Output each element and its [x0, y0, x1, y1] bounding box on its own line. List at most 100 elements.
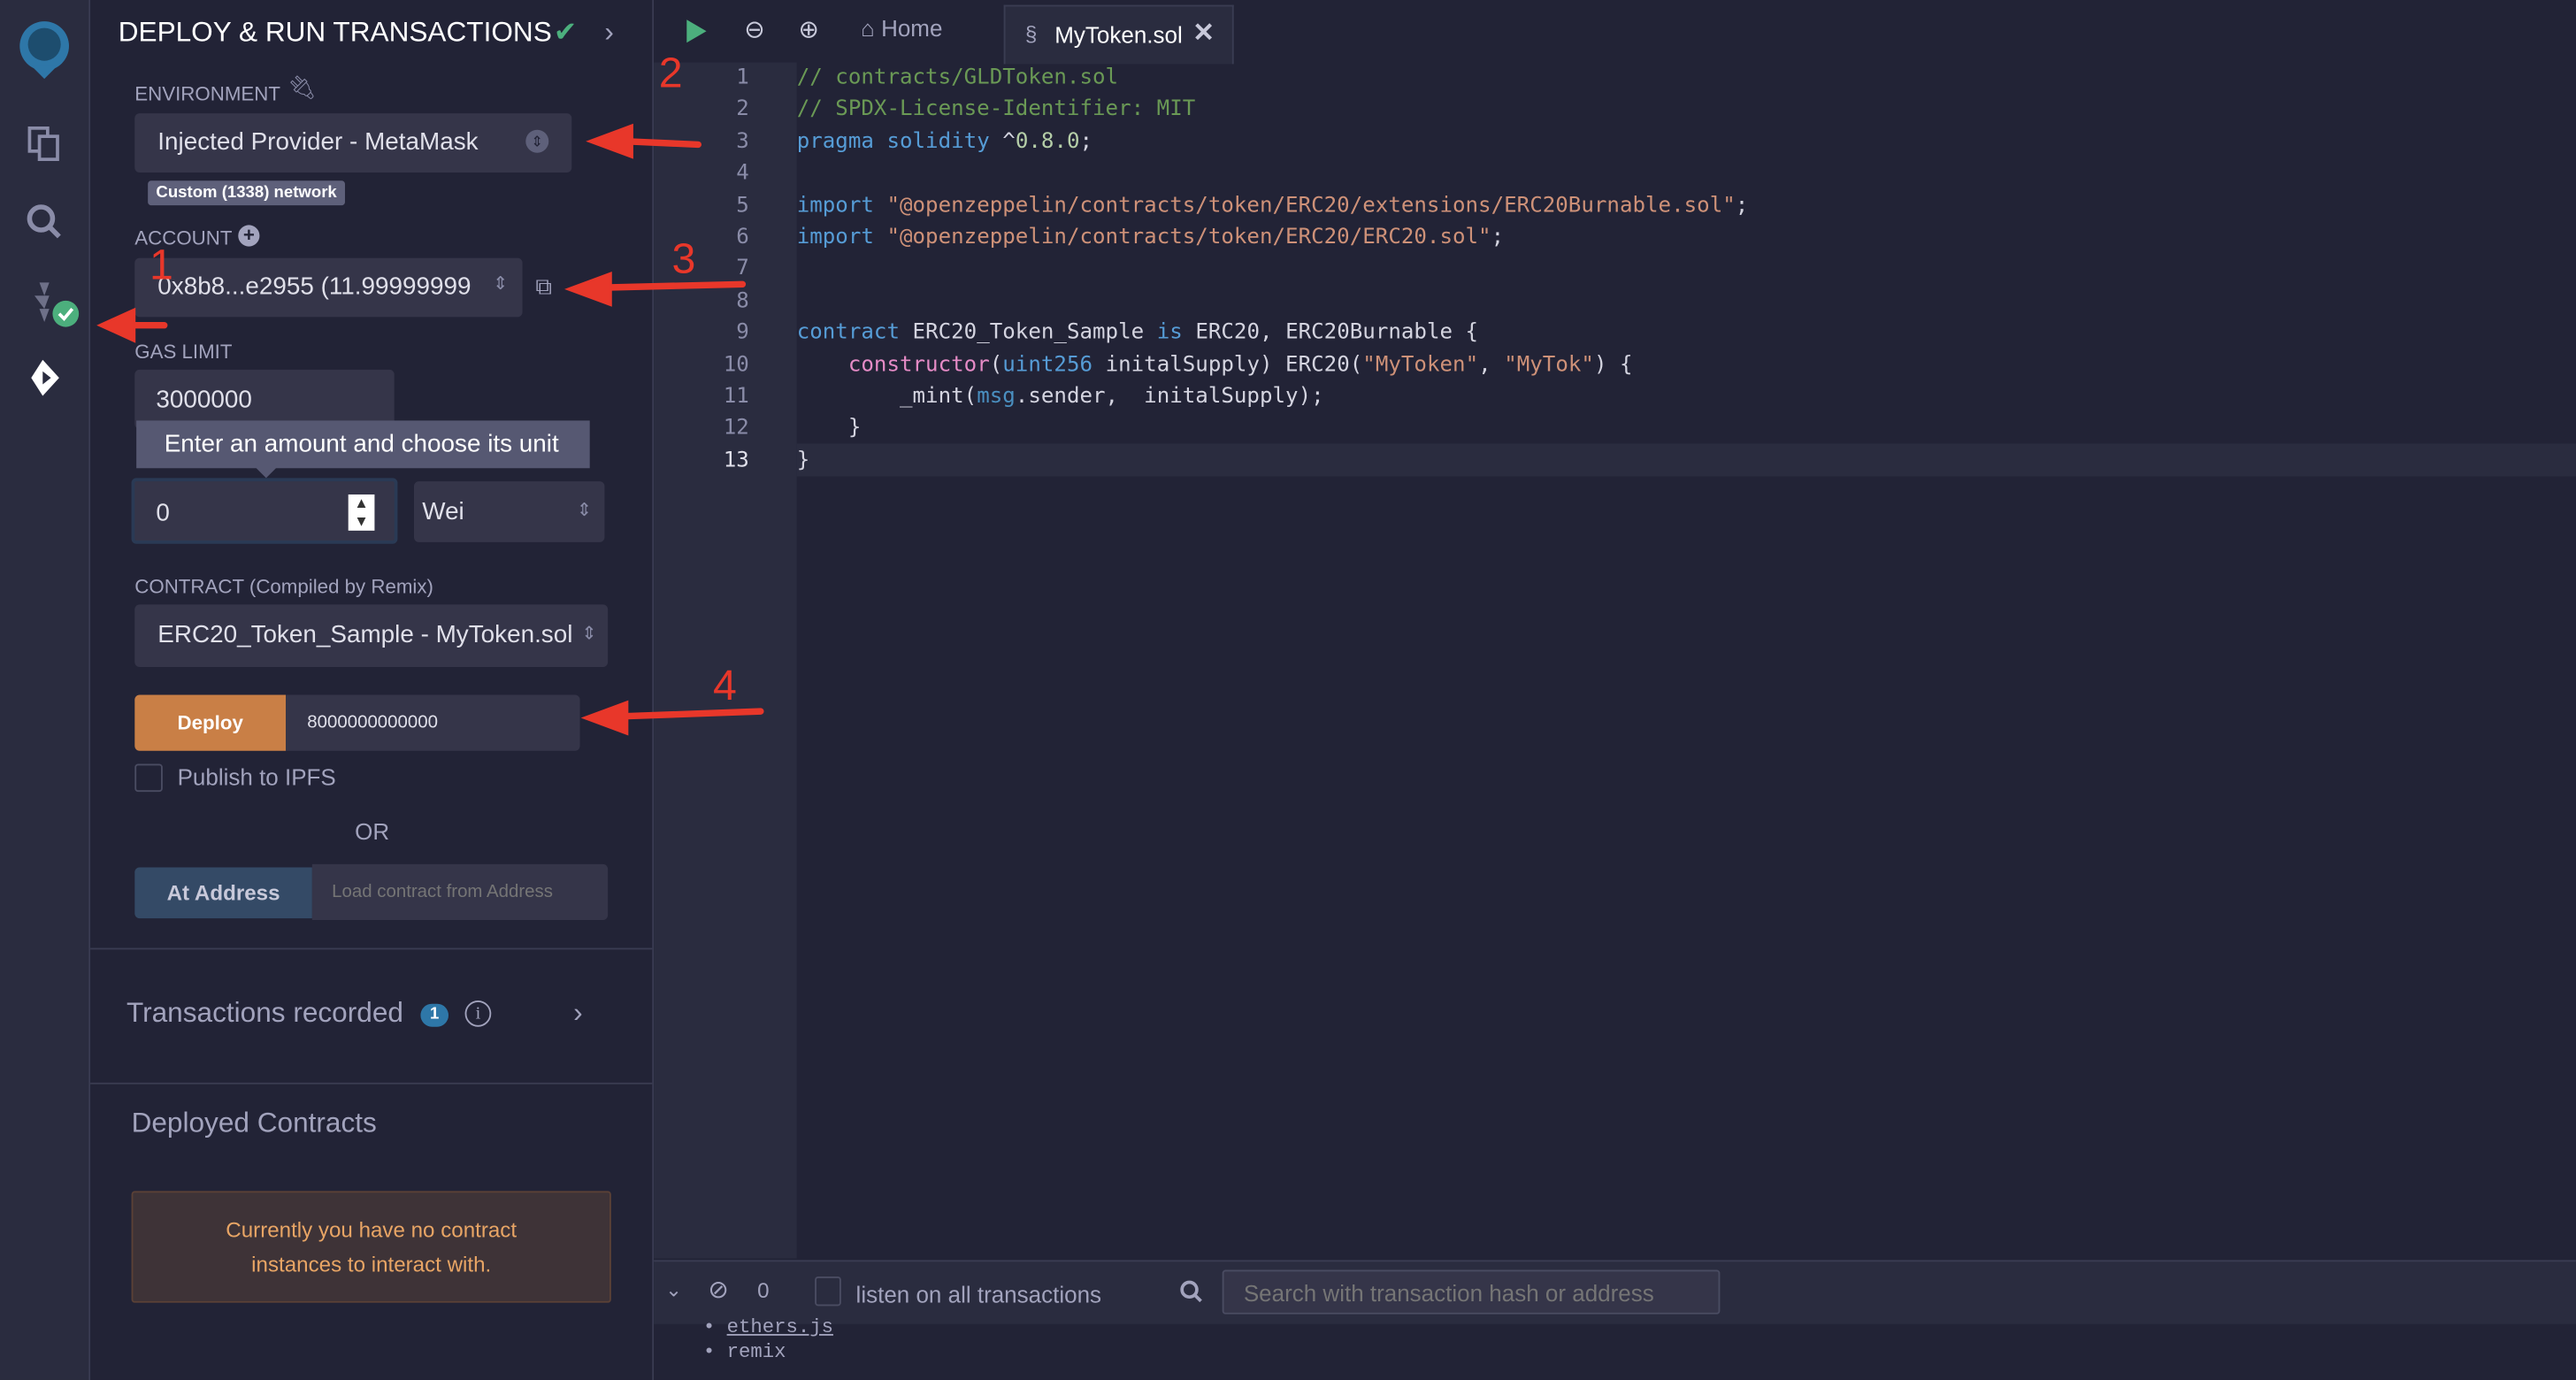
- line-number: 4: [736, 161, 749, 187]
- file-explorer-icon[interactable]: [27, 125, 63, 161]
- annotation-1: 1: [149, 240, 173, 289]
- code-token: msg: [977, 384, 1016, 410]
- transactions-recorded-label[interactable]: Transactions recorded: [126, 997, 403, 1030]
- at-address-button[interactable]: At Address: [134, 867, 312, 919]
- code-token: solidity: [886, 129, 990, 155]
- code-line: _mint(msg.sender, initalSupply);: [797, 385, 1324, 410]
- value-unit-select[interactable]: Wei ⇕: [413, 481, 605, 542]
- check-icon: ✔: [553, 16, 578, 48]
- gas-limit-value: 3000000: [156, 386, 252, 414]
- line-number: 7: [736, 257, 749, 282]
- solidity-file-icon: §: [1024, 21, 1038, 46]
- zoom-in-icon[interactable]: ⊕: [799, 15, 819, 45]
- code-token: ;: [1735, 193, 1749, 218]
- value-unit: Wei: [422, 497, 464, 526]
- tab-mytoken[interactable]: § MyToken.sol ✕: [1003, 4, 1234, 65]
- code-token: ,: [1478, 352, 1505, 378]
- code-token: // SPDX-License-Identifier: MIT: [796, 97, 1196, 123]
- code-token: ERC20_Token_Sample: [899, 320, 1157, 346]
- search-icon: [1180, 1280, 1202, 1303]
- code-token: }: [796, 416, 862, 441]
- code-token: .sender, initalSupply);: [1015, 384, 1324, 410]
- select-arrows-icon: ⇕: [581, 624, 597, 644]
- value-input[interactable]: 0 ▲ ▼: [131, 478, 398, 544]
- contract-value: ERC20_Token_Sample - MyToken.sol: [157, 620, 573, 649]
- line-number: 8: [736, 288, 749, 314]
- pending-count: 0: [757, 1277, 770, 1303]
- deploy-button[interactable]: Deploy: [134, 694, 287, 751]
- contract-select[interactable]: ERC20_Token_Sample - MyToken.sol ⇕: [134, 604, 609, 667]
- clear-icon[interactable]: ⊘: [708, 1275, 728, 1305]
- deployed-contracts-label: Deployed Contracts: [131, 1107, 377, 1138]
- or-label: OR: [355, 817, 390, 845]
- annotation-2: 2: [658, 47, 683, 97]
- select-arrows-icon: ⇕: [576, 501, 592, 521]
- value-tooltip: Enter an amount and choose its unit: [136, 420, 590, 469]
- code-token: constructor: [847, 352, 990, 378]
- terminal-bar: ⌄ ⊘ 0 listen on all transactions: [654, 1260, 2576, 1324]
- code-token: initalSupply) ERC20(: [1092, 352, 1363, 378]
- account-select[interactable]: 0x8b8...e2955 (11.99999999 ⇕: [134, 257, 523, 318]
- code-line: // SPDX-License-Identifier: MIT: [797, 97, 1196, 122]
- solidity-compiler-icon[interactable]: [27, 276, 82, 332]
- stepper-icon[interactable]: ▲ ▼: [348, 494, 375, 531]
- code-token: 0.8.0: [1015, 129, 1080, 155]
- info-icon[interactable]: i: [464, 1000, 492, 1027]
- code-line: }: [797, 417, 862, 441]
- chevron-right-icon[interactable]: ›: [604, 17, 614, 50]
- add-account-icon[interactable]: +: [238, 224, 260, 247]
- transaction-search-input[interactable]: [1222, 1269, 1721, 1315]
- line-number: 11: [723, 384, 749, 410]
- code-token: contract: [796, 320, 900, 346]
- publish-ipfs-checkbox[interactable]: [134, 763, 163, 793]
- run-icon[interactable]: [684, 17, 710, 46]
- code-line: // contracts/GLDToken.sol: [797, 65, 1118, 90]
- tab-home-label: Home: [881, 14, 943, 42]
- code-token: pragma: [796, 129, 874, 155]
- code-token: ) {: [1593, 352, 1633, 378]
- code-token: (: [989, 352, 1003, 378]
- ethers-link[interactable]: ethers.js: [727, 1316, 833, 1339]
- listen-checkbox[interactable]: [815, 1276, 841, 1307]
- select-arrows-icon: ⇕: [525, 129, 549, 153]
- search-icon[interactable]: [27, 203, 63, 240]
- line-number: 12: [723, 416, 749, 441]
- line-number: 10: [723, 352, 749, 378]
- terminal-list-item[interactable]: • ethers.js: [703, 1316, 833, 1341]
- code-token: }: [796, 448, 810, 473]
- code-token: "MyTok": [1504, 352, 1594, 378]
- environment-select[interactable]: Injected Provider - MetaMask ⇕: [134, 113, 572, 172]
- remix-logo-icon[interactable]: [8, 17, 80, 82]
- tab-home[interactable]: ⌂ Home: [861, 15, 942, 42]
- active-line-highlight: [796, 443, 2576, 477]
- plug-icon: 🔌︎: [287, 73, 318, 101]
- contract-label-text: CONTRACT: [134, 574, 244, 598]
- editor-tabs: ⊖ ⊕ ⌂ Home § MyToken.sol ✕: [654, 0, 2576, 65]
- code-token: // contracts/GLDToken.sol: [796, 65, 1119, 91]
- at-address-input[interactable]: [311, 863, 609, 920]
- code-line: pragma solidity ^0.8.0;: [797, 129, 1092, 154]
- icon-sidebar: [0, 0, 91, 1380]
- chevron-right-icon[interactable]: ›: [573, 997, 583, 1030]
- gas-limit-label: GAS LIMIT: [134, 340, 233, 364]
- copy-icon[interactable]: ⧉: [535, 272, 552, 301]
- listen-label: listen on all transactions: [855, 1281, 1102, 1308]
- deploy-panel: [90, 0, 655, 1380]
- line-number: 13: [723, 448, 749, 473]
- zoom-out-icon[interactable]: ⊖: [744, 15, 764, 45]
- collapse-terminal-icon[interactable]: ⌄: [665, 1278, 682, 1301]
- deploy-args-input[interactable]: 8000000000000: [286, 694, 580, 751]
- deploy-run-icon[interactable]: [27, 358, 66, 398]
- close-icon[interactable]: ✕: [1192, 17, 1215, 50]
- line-number: 5: [736, 193, 749, 218]
- code-token: uint256: [1002, 352, 1093, 378]
- line-number: 2: [736, 97, 749, 123]
- environment-label: ENVIRONMENT: [134, 81, 280, 105]
- home-icon: ⌂: [861, 14, 875, 42]
- code-token: ERC20, ERC20Burnable {: [1182, 320, 1479, 346]
- account-value: 0x8b8...e2955 (11.99999999: [157, 272, 472, 301]
- code-token: ;: [1079, 129, 1093, 155]
